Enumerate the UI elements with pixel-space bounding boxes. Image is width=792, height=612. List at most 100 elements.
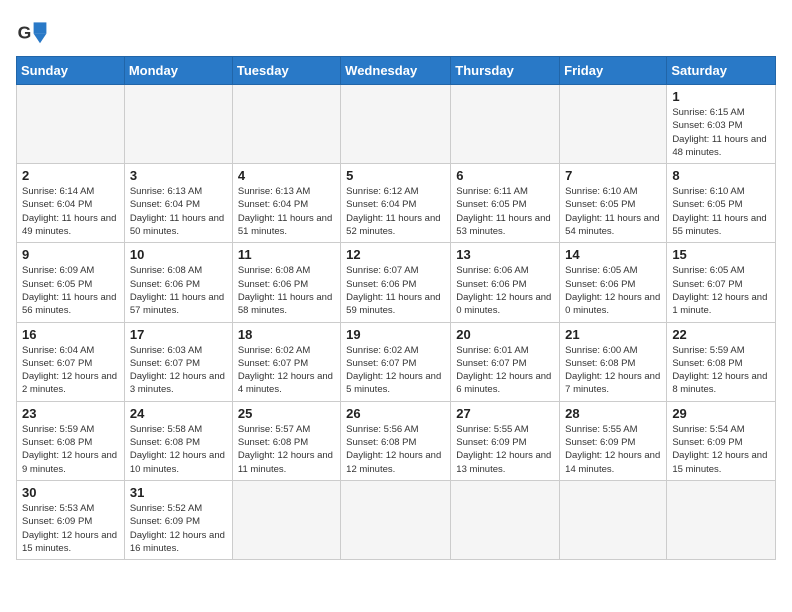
day-number: 20 <box>456 327 554 342</box>
day-number: 23 <box>22 406 119 421</box>
day-info: Sunrise: 6:06 AM Sunset: 6:06 PM Dayligh… <box>456 264 554 317</box>
day-cell <box>451 480 560 559</box>
col-header-friday: Friday <box>560 57 667 85</box>
day-info: Sunrise: 6:10 AM Sunset: 6:05 PM Dayligh… <box>565 185 661 238</box>
day-cell: 1Sunrise: 6:15 AM Sunset: 6:03 PM Daylig… <box>667 85 776 164</box>
day-number: 14 <box>565 247 661 262</box>
day-number: 8 <box>672 168 770 183</box>
day-info: Sunrise: 6:00 AM Sunset: 6:08 PM Dayligh… <box>565 344 661 397</box>
col-header-wednesday: Wednesday <box>341 57 451 85</box>
day-number: 18 <box>238 327 335 342</box>
day-cell: 12 Sunrise: 6:07 AM Sunset: 6:06 PM Dayli… <box>341 243 451 322</box>
day-cell: 8 Sunrise: 6:10 AM Sunset: 6:05 PM Daylig… <box>667 164 776 243</box>
svg-text:G: G <box>18 22 32 42</box>
day-info: Sunrise: 6:07 AM Sunset: 6:06 PM Dayligh… <box>346 264 445 317</box>
day-number: 19 <box>346 327 445 342</box>
day-info: Sunrise: 5:57 AM Sunset: 6:08 PM Dayligh… <box>238 423 335 476</box>
day-cell: 16 Sunrise: 6:04 AM Sunset: 6:07 PM Dayli… <box>17 322 125 401</box>
day-info: Sunrise: 6:01 AM Sunset: 6:07 PM Dayligh… <box>456 344 554 397</box>
day-number: 15 <box>672 247 770 262</box>
header: G <box>16 16 776 48</box>
day-number: 12 <box>346 247 445 262</box>
day-number: 6 <box>456 168 554 183</box>
day-cell <box>667 480 776 559</box>
col-header-tuesday: Tuesday <box>232 57 340 85</box>
day-info: Sunrise: 5:58 AM Sunset: 6:08 PM Dayligh… <box>130 423 227 476</box>
day-cell <box>232 480 340 559</box>
day-number: 31 <box>130 485 227 500</box>
week-row-5: 30Sunrise: 5:53 AM Sunset: 6:09 PM Dayli… <box>17 480 776 559</box>
day-info: Sunrise: 6:08 AM Sunset: 6:06 PM Dayligh… <box>238 264 335 317</box>
day-info: Sunrise: 5:59 AM Sunset: 6:08 PM Dayligh… <box>22 423 119 476</box>
day-cell: 28 Sunrise: 5:55 AM Sunset: 6:09 PM Dayli… <box>560 401 667 480</box>
page: G SundayMondayTuesdayWednesdayThursdayFr… <box>0 0 792 612</box>
day-number: 13 <box>456 247 554 262</box>
day-cell: 22 Sunrise: 5:59 AM Sunset: 6:08 PM Dayli… <box>667 322 776 401</box>
day-cell: 25 Sunrise: 5:57 AM Sunset: 6:08 PM Dayli… <box>232 401 340 480</box>
day-cell <box>341 85 451 164</box>
day-cell <box>232 85 340 164</box>
day-info: Sunrise: 6:09 AM Sunset: 6:05 PM Dayligh… <box>22 264 119 317</box>
day-number: 3 <box>130 168 227 183</box>
week-row-4: 23 Sunrise: 5:59 AM Sunset: 6:08 PM Dayli… <box>17 401 776 480</box>
day-info: Sunrise: 6:04 AM Sunset: 6:07 PM Dayligh… <box>22 344 119 397</box>
day-number: 30 <box>22 485 119 500</box>
week-row-2: 9Sunrise: 6:09 AM Sunset: 6:05 PM Daylig… <box>17 243 776 322</box>
day-info: Sunrise: 5:54 AM Sunset: 6:09 PM Dayligh… <box>672 423 770 476</box>
col-header-thursday: Thursday <box>451 57 560 85</box>
day-info: Sunrise: 6:13 AM Sunset: 6:04 PM Dayligh… <box>238 185 335 238</box>
day-number: 17 <box>130 327 227 342</box>
col-header-sunday: Sunday <box>17 57 125 85</box>
day-cell: 11 Sunrise: 6:08 AM Sunset: 6:06 PM Dayli… <box>232 243 340 322</box>
day-info: Sunrise: 5:52 AM Sunset: 6:09 PM Dayligh… <box>130 502 227 555</box>
day-number: 21 <box>565 327 661 342</box>
day-number: 28 <box>565 406 661 421</box>
day-info: Sunrise: 6:02 AM Sunset: 6:07 PM Dayligh… <box>238 344 335 397</box>
calendar: SundayMondayTuesdayWednesdayThursdayFrid… <box>16 56 776 560</box>
day-cell: 4Sunrise: 6:13 AM Sunset: 6:04 PM Daylig… <box>232 164 340 243</box>
day-info: Sunrise: 6:12 AM Sunset: 6:04 PM Dayligh… <box>346 185 445 238</box>
day-cell: 3Sunrise: 6:13 AM Sunset: 6:04 PM Daylig… <box>124 164 232 243</box>
day-cell: 23 Sunrise: 5:59 AM Sunset: 6:08 PM Dayli… <box>17 401 125 480</box>
day-cell <box>560 85 667 164</box>
day-cell: 26 Sunrise: 5:56 AM Sunset: 6:08 PM Dayli… <box>341 401 451 480</box>
col-header-monday: Monday <box>124 57 232 85</box>
day-cell: 24 Sunrise: 5:58 AM Sunset: 6:08 PM Dayli… <box>124 401 232 480</box>
day-cell: 31 Sunrise: 5:52 AM Sunset: 6:09 PM Dayli… <box>124 480 232 559</box>
day-cell <box>560 480 667 559</box>
day-number: 24 <box>130 406 227 421</box>
week-row-1: 2Sunrise: 6:14 AM Sunset: 6:04 PM Daylig… <box>17 164 776 243</box>
day-info: Sunrise: 6:14 AM Sunset: 6:04 PM Dayligh… <box>22 185 119 238</box>
day-info: Sunrise: 6:02 AM Sunset: 6:07 PM Dayligh… <box>346 344 445 397</box>
day-number: 26 <box>346 406 445 421</box>
day-number: 25 <box>238 406 335 421</box>
day-info: Sunrise: 5:55 AM Sunset: 6:09 PM Dayligh… <box>565 423 661 476</box>
day-number: 1 <box>672 89 770 104</box>
day-info: Sunrise: 6:03 AM Sunset: 6:07 PM Dayligh… <box>130 344 227 397</box>
day-number: 5 <box>346 168 445 183</box>
day-cell: 27Sunrise: 5:55 AM Sunset: 6:09 PM Dayli… <box>451 401 560 480</box>
col-header-saturday: Saturday <box>667 57 776 85</box>
day-info: Sunrise: 5:56 AM Sunset: 6:08 PM Dayligh… <box>346 423 445 476</box>
day-info: Sunrise: 6:10 AM Sunset: 6:05 PM Dayligh… <box>672 185 770 238</box>
day-number: 11 <box>238 247 335 262</box>
day-number: 16 <box>22 327 119 342</box>
day-cell: 10Sunrise: 6:08 AM Sunset: 6:06 PM Dayli… <box>124 243 232 322</box>
day-cell: 18 Sunrise: 6:02 AM Sunset: 6:07 PM Dayli… <box>232 322 340 401</box>
day-cell: 9Sunrise: 6:09 AM Sunset: 6:05 PM Daylig… <box>17 243 125 322</box>
logo: G <box>16 16 52 48</box>
day-cell: 20 Sunrise: 6:01 AM Sunset: 6:07 PM Dayli… <box>451 322 560 401</box>
week-row-3: 16 Sunrise: 6:04 AM Sunset: 6:07 PM Dayli… <box>17 322 776 401</box>
day-number: 7 <box>565 168 661 183</box>
day-cell: 29Sunrise: 5:54 AM Sunset: 6:09 PM Dayli… <box>667 401 776 480</box>
logo-icon: G <box>16 16 48 48</box>
day-info: Sunrise: 5:59 AM Sunset: 6:08 PM Dayligh… <box>672 344 770 397</box>
day-info: Sunrise: 6:08 AM Sunset: 6:06 PM Dayligh… <box>130 264 227 317</box>
day-cell: 14Sunrise: 6:05 AM Sunset: 6:06 PM Dayli… <box>560 243 667 322</box>
day-number: 27 <box>456 406 554 421</box>
day-cell: 17 Sunrise: 6:03 AM Sunset: 6:07 PM Dayli… <box>124 322 232 401</box>
day-cell <box>341 480 451 559</box>
day-number: 22 <box>672 327 770 342</box>
day-cell: 21 Sunrise: 6:00 AM Sunset: 6:08 PM Dayli… <box>560 322 667 401</box>
day-info: Sunrise: 6:11 AM Sunset: 6:05 PM Dayligh… <box>456 185 554 238</box>
